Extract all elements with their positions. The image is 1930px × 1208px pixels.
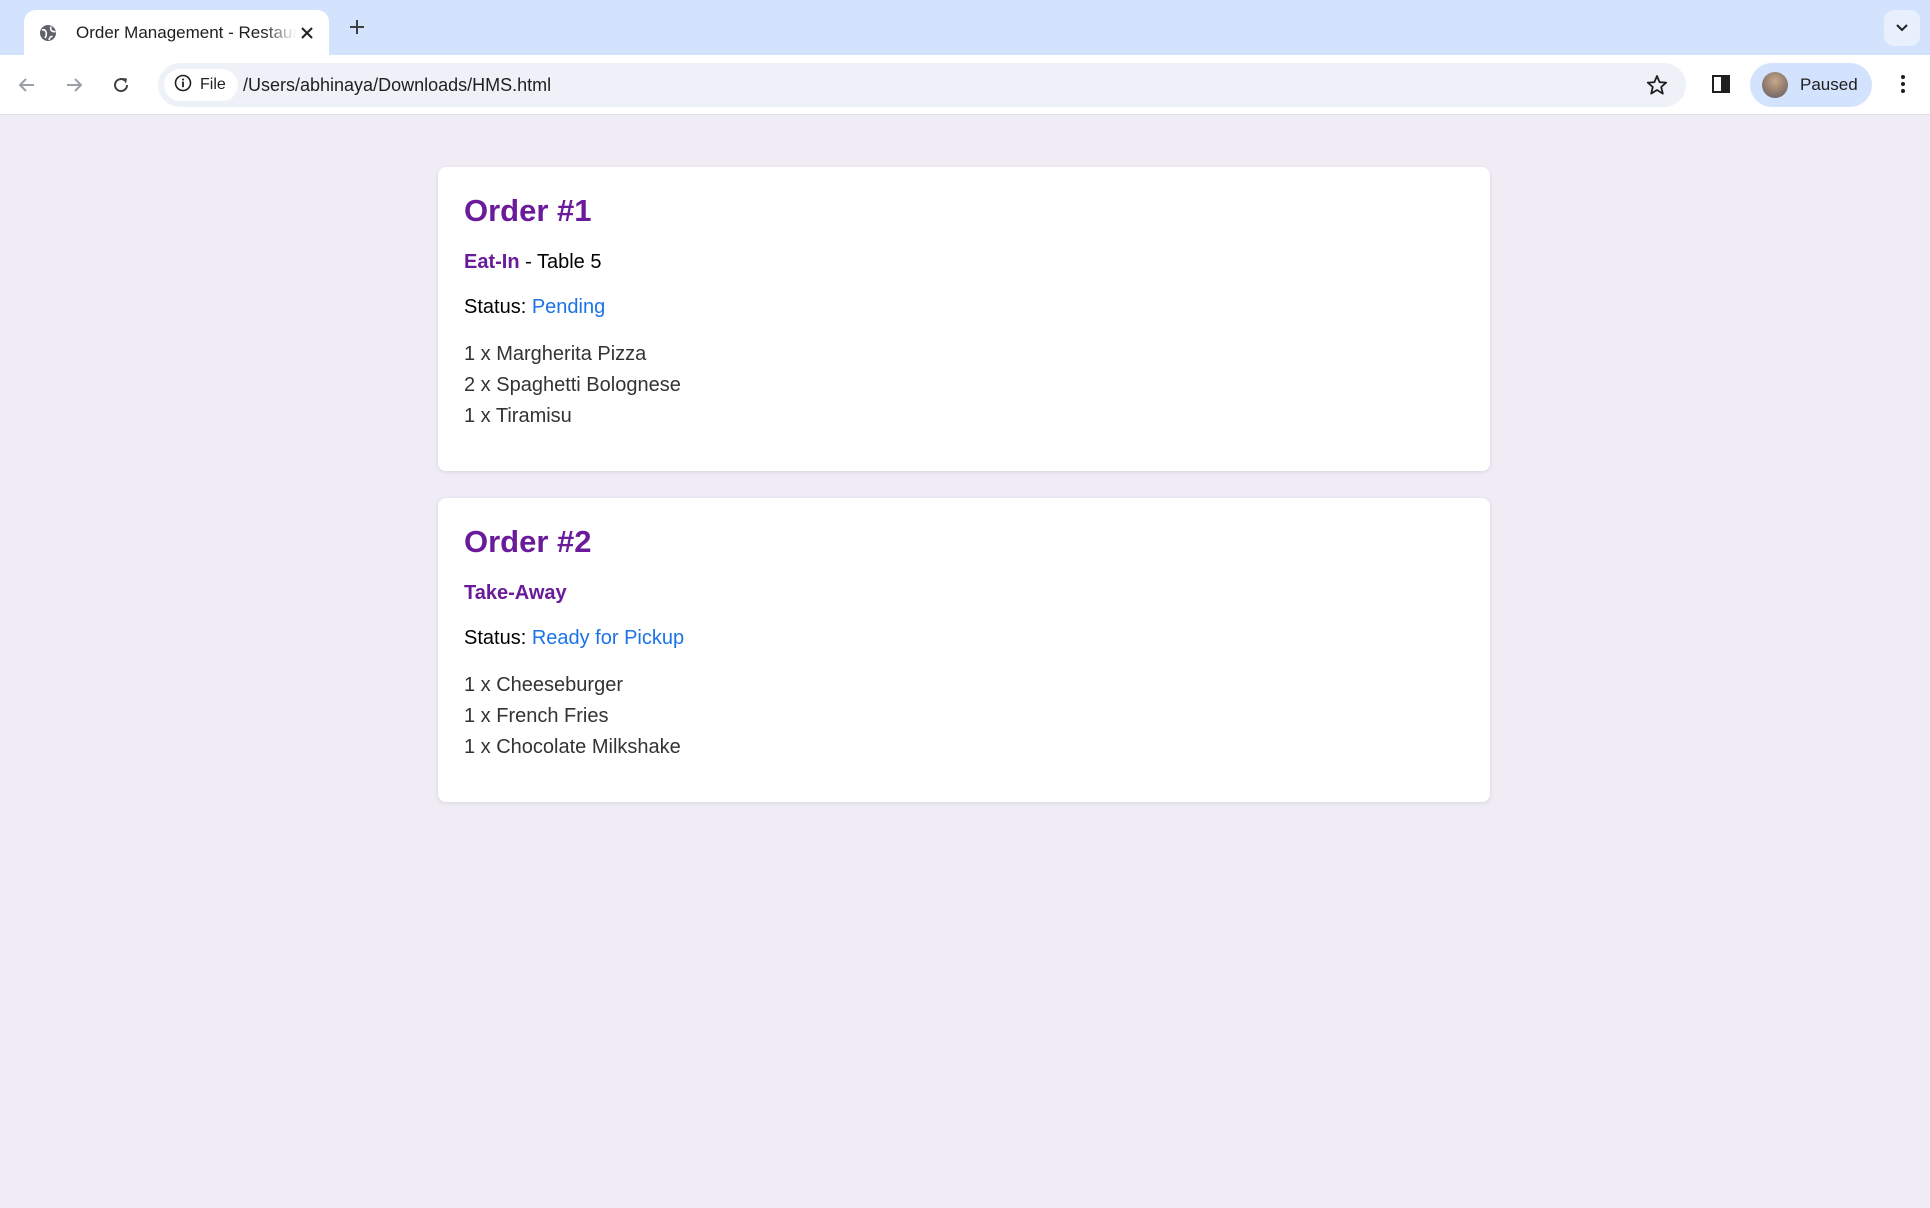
reload-icon[interactable] <box>105 69 137 101</box>
list-item: 1 x Chocolate Milkshake <box>464 736 681 758</box>
more-vert-icon[interactable] <box>1888 69 1918 99</box>
order-card: Order #2 Take-Away Status: Ready for Pic… <box>438 498 1490 802</box>
status-badge: Ready for Pickup <box>531 627 685 649</box>
order-type: Eat-In <box>464 251 520 273</box>
list-item: 1 x Margherita Pizza <box>464 343 647 365</box>
bookmark-star-icon[interactable] <box>1644 72 1670 98</box>
status-label: Status: <box>464 296 532 318</box>
url-text[interactable]: /Users/abhinaya/Downloads/HMS.html <box>243 75 551 96</box>
profile-status-label: Paused <box>1800 75 1858 94</box>
order-title: Order #1 <box>464 193 592 228</box>
order-items-list: 1 x Cheeseburger 1 x French Fries 1 x Ch… <box>464 670 1464 763</box>
order-status-line: Status: Ready for Pickup <box>464 625 1464 651</box>
forward-arrow-icon[interactable] <box>58 69 90 101</box>
order-items-list: 1 x Margherita Pizza 2 x Spaghetti Bolog… <box>464 339 1464 432</box>
status-label: Status: <box>464 627 532 649</box>
order-type: Take-Away <box>464 582 567 604</box>
browser-toolbar: File /Users/abhinaya/Downloads/HMS.html … <box>0 55 1930 115</box>
order-table: - Table 5 <box>519 251 602 273</box>
close-icon[interactable] <box>295 21 319 45</box>
side-panel-icon[interactable] <box>1706 69 1736 99</box>
order-type-line: Take-Away <box>464 580 1464 606</box>
globe-icon <box>38 23 58 43</box>
list-item: 1 x Cheeseburger <box>464 674 623 696</box>
address-bar[interactable]: File /Users/abhinaya/Downloads/HMS.html <box>158 63 1686 107</box>
plus-icon[interactable] <box>344 14 370 40</box>
site-chip-label: File <box>200 76 226 93</box>
tab-title: Order Management - Restaurant <box>76 22 296 42</box>
list-item: 1 x French Fries <box>464 705 609 727</box>
page-viewport: Order #1 Eat-In - Table 5 Status: Pendin… <box>0 115 1930 1208</box>
order-card: Order #1 Eat-In - Table 5 Status: Pendin… <box>438 167 1490 471</box>
profile-button[interactable]: Paused <box>1750 63 1872 107</box>
info-icon <box>174 74 192 97</box>
order-title: Order #2 <box>464 524 592 559</box>
site-info-chip[interactable]: File <box>164 69 238 101</box>
avatar <box>1762 72 1788 98</box>
browser-tab[interactable]: Order Management - Restaurant <box>24 10 329 55</box>
back-arrow-icon[interactable] <box>11 69 43 101</box>
order-type-line: Eat-In - Table 5 <box>464 249 1464 275</box>
status-badge: Pending <box>531 296 606 318</box>
list-item: 1 x Tiramisu <box>464 405 572 427</box>
list-item: 2 x Spaghetti Bolognese <box>464 374 681 396</box>
chevron-down-icon[interactable] <box>1884 10 1920 46</box>
order-status-line: Status: Pending <box>464 294 1464 320</box>
tab-strip: Order Management - Restaurant <box>0 0 1930 55</box>
